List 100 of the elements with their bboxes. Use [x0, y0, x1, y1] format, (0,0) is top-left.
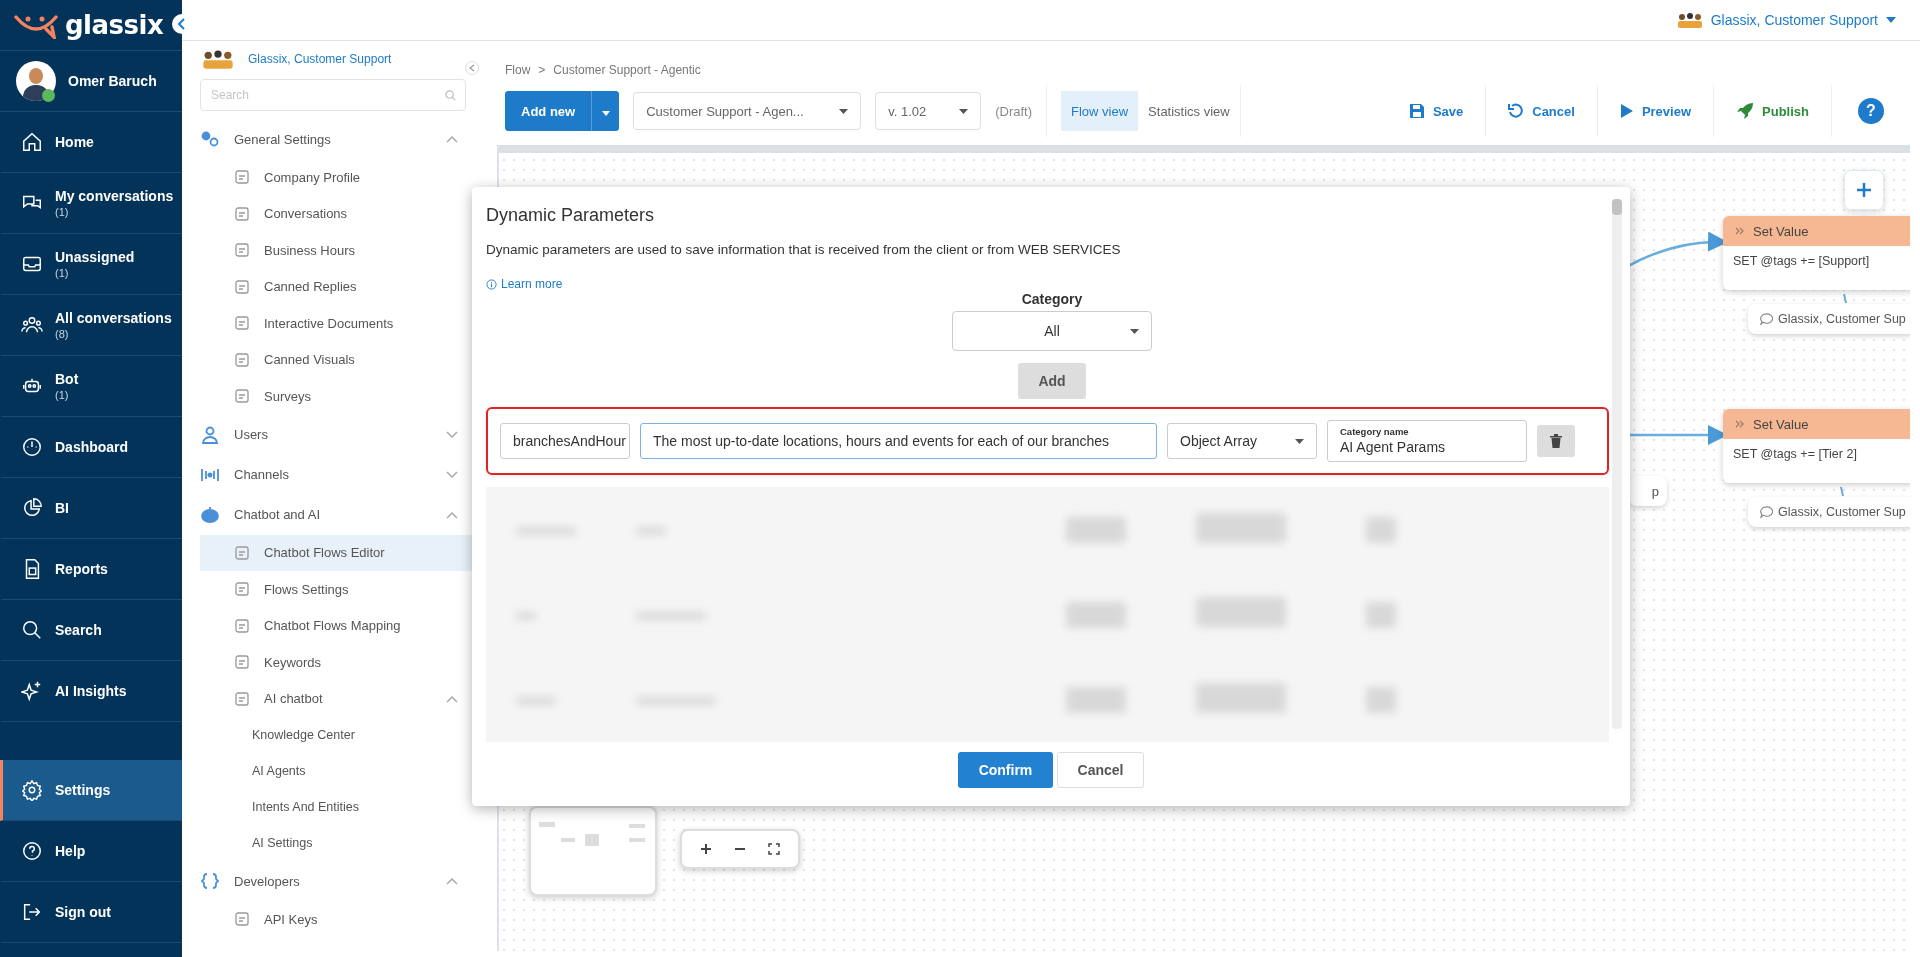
nav-item[interactable]: Reports: [0, 539, 182, 600]
caret-icon: [1295, 438, 1304, 444]
sidebar-link[interactable]: Company Profile: [200, 159, 472, 196]
sidebar-link[interactable]: Interactive Documents: [200, 305, 472, 342]
preview-button[interactable]: Preview: [1611, 103, 1700, 119]
sidebar-link[interactable]: Flows Settings: [200, 571, 472, 608]
settings-section[interactable]: Users: [200, 414, 472, 455]
chevron-left-icon: [469, 64, 475, 72]
delete-button[interactable]: [1537, 425, 1575, 457]
item-label: Interactive Documents: [264, 315, 395, 331]
nav-item[interactable]: Settings: [0, 760, 182, 821]
version-select[interactable]: v. 1.02: [875, 92, 982, 130]
publish-button[interactable]: Publish: [1728, 102, 1817, 120]
sidebar-link[interactable]: AI chatbot: [200, 680, 472, 717]
sidebar-link[interactable]: API Keys: [200, 901, 472, 938]
nav-item[interactable]: Help: [0, 821, 182, 882]
logo-text: glassix: [65, 10, 164, 40]
sidebar-link[interactable]: Canned Replies: [200, 268, 472, 305]
connector-line: [1840, 486, 1844, 497]
flow-node[interactable]: Set Value SET @tags += [Support]: [1723, 216, 1910, 290]
breadcrumb-separator: >: [538, 63, 546, 77]
description-field[interactable]: The most up-to-date locations, hours and events for each of our branches: [640, 423, 1157, 459]
breadcrumb-item[interactable]: Flow: [505, 63, 531, 77]
nav-item[interactable]: Unassigned (1): [0, 234, 182, 295]
flow-select[interactable]: Customer Support - Agen...: [633, 92, 862, 130]
pie-icon: [21, 497, 43, 519]
sidebar-link[interactable]: Surveys: [200, 378, 472, 415]
confirm-button[interactable]: Confirm: [958, 752, 1053, 788]
undo-icon: [1508, 103, 1525, 119]
sidebar-link[interactable]: Business Hours: [200, 232, 472, 269]
nav-item[interactable]: Dashboard: [0, 417, 182, 478]
nav-label: Reports: [55, 561, 108, 577]
account-switcher[interactable]: Glassix, Customer Support: [1710, 12, 1878, 28]
category-select[interactable]: All: [952, 311, 1152, 351]
help-button[interactable]: ?: [1858, 98, 1884, 124]
nav-item[interactable]: AI Insights: [0, 661, 182, 722]
cancel-button[interactable]: Cancel: [1057, 752, 1144, 788]
section-label: Developers: [234, 873, 301, 889]
view-tab[interactable]: Flow view: [1061, 91, 1139, 131]
flow-node[interactable]: Set Value SET @tags += [Tier 2]: [1723, 409, 1910, 483]
sidebar-link[interactable]: Chatbot Flows Editor: [200, 534, 472, 571]
plus-icon: [1856, 182, 1872, 198]
settings-section[interactable]: Developers: [200, 861, 472, 901]
nav-item[interactable]: BI: [0, 478, 182, 539]
sidebar-link[interactable]: Conversations: [200, 195, 472, 232]
name-field[interactable]: branchesAndHour: [500, 423, 630, 459]
avatar: [16, 61, 56, 101]
settings-section[interactable]: General Settings: [200, 119, 472, 159]
scrollbar-thumb[interactable]: [1612, 199, 1622, 215]
sidebar-link[interactable]: AI Agents: [200, 753, 472, 789]
nav-item[interactable]: Home: [0, 112, 182, 173]
settings-section[interactable]: Chatbot and AI: [200, 494, 472, 535]
sign-out-icon: [21, 901, 43, 923]
nav-item[interactable]: Sign out: [0, 882, 182, 943]
page-icon: [234, 315, 250, 332]
message-chip[interactable]: Glassix, Customer Sup: [1748, 497, 1910, 527]
node-title: Set Value: [1753, 416, 1809, 432]
field-label: Category name: [1340, 427, 1409, 437]
add-node-button[interactable]: [1844, 170, 1884, 210]
nav-item[interactable]: My conversations (1): [0, 173, 182, 234]
sidebar-link[interactable]: Knowledge Center: [200, 717, 472, 753]
item-label: Flows Settings: [264, 581, 350, 597]
message-chip[interactable]: Glassix, Customer Sup: [1748, 304, 1910, 334]
item-label: Company Profile: [264, 169, 362, 185]
view-tab[interactable]: Statistics view: [1138, 91, 1240, 131]
sidebar-link[interactable]: Intents And Entities: [200, 789, 472, 825]
page-icon: [234, 388, 250, 405]
add-button[interactable]: Add: [1018, 363, 1086, 399]
sidebar-link[interactable]: AI Settings: [200, 825, 472, 861]
type-select[interactable]: Object Array: [1167, 423, 1317, 459]
node-body: SET @tags += [Support]: [1732, 253, 1871, 270]
sidebar-link[interactable]: Chatbot Flows Mapping: [200, 607, 472, 644]
nav-item[interactable]: All conversations (8): [0, 295, 182, 356]
item-label: AI chatbot: [264, 691, 324, 707]
save-button[interactable]: Save: [1400, 103, 1472, 119]
nav-item[interactable]: Search: [0, 600, 182, 661]
braces-icon: [200, 872, 220, 890]
item-label: Conversations: [264, 206, 349, 222]
cancel-button[interactable]: Cancel: [1500, 103, 1583, 119]
page-icon: [234, 654, 250, 671]
team-logo-icon: [1676, 11, 1703, 29]
page-icon: [234, 205, 250, 222]
page-icon: [234, 617, 250, 634]
add-new-dropdown[interactable]: [591, 91, 620, 131]
nav-label: BI: [55, 500, 69, 516]
learn-more-link[interactable]: Learn more: [486, 277, 563, 291]
item-label: Keywords: [264, 654, 323, 670]
page-icon: [234, 581, 250, 598]
category-name-field[interactable]: Category name AI Agent Params: [1327, 420, 1527, 462]
search-field[interactable]: Search: [200, 79, 466, 111]
settings-section[interactable]: Channels: [200, 454, 472, 495]
flow-chip[interactable]: p: [1629, 476, 1667, 506]
nav-count: (1): [55, 389, 70, 401]
category-label: Category: [1021, 291, 1083, 307]
sidebar-link[interactable]: Canned Visuals: [200, 341, 472, 378]
learn-more-label: Learn more: [501, 277, 563, 291]
nav-count: (8): [55, 328, 70, 340]
sidebar-link[interactable]: Keywords: [200, 644, 472, 681]
account-name: Glassix, Customer Support: [248, 52, 392, 66]
nav-item[interactable]: Bot (1): [0, 356, 182, 417]
